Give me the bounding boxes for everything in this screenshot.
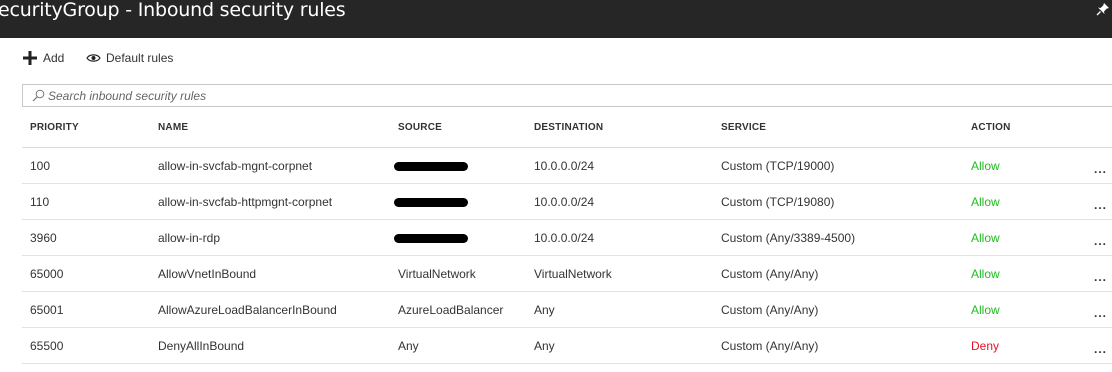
redacted-source bbox=[394, 198, 468, 207]
priority-cell: 65500 bbox=[30, 339, 64, 353]
priority-cell: 3960 bbox=[30, 231, 57, 245]
more-options-button[interactable]: ... bbox=[1094, 295, 1107, 331]
table-row[interactable]: 65500 DenyAllInBound Any Any Custom (Any… bbox=[22, 328, 1112, 364]
page-title: ecurityGroup - Inbound security rules bbox=[0, 0, 346, 21]
destination-cell: 10.0.0.0/24 bbox=[534, 159, 595, 173]
action-cell: Allow bbox=[971, 195, 1000, 209]
priority-cell: 65000 bbox=[30, 267, 64, 281]
table-row[interactable]: 110 allow-in-svcfab-httpmgnt-corpnet 10.… bbox=[22, 184, 1112, 220]
search-box bbox=[22, 84, 1112, 107]
plus-icon bbox=[23, 51, 37, 65]
action-cell: Allow bbox=[971, 303, 1000, 317]
name-cell: AllowAzureLoadBalancerInBound bbox=[158, 303, 337, 317]
table-row[interactable]: 65000 AllowVnetInBound VirtualNetwork Vi… bbox=[22, 256, 1112, 292]
name-cell: allow-in-svcfab-httpmgnt-corpnet bbox=[158, 195, 333, 209]
more-options-button[interactable]: ... bbox=[1094, 223, 1107, 259]
search-input[interactable] bbox=[48, 87, 648, 104]
action-cell: Deny bbox=[971, 339, 1000, 353]
default-rules-label: Default rules bbox=[106, 51, 174, 65]
default-rules-button[interactable]: Default rules bbox=[86, 48, 173, 68]
column-header-service[interactable]: SERVICE bbox=[721, 112, 766, 148]
security-rules-table: PRIORITY NAME SOURCE DESTINATION SERVICE… bbox=[22, 112, 1112, 364]
source-cell: VirtualNetwork bbox=[398, 267, 476, 281]
destination-cell: Any bbox=[534, 303, 555, 317]
action-cell: Allow bbox=[971, 231, 1000, 245]
service-cell: Custom (Any/Any) bbox=[721, 339, 819, 353]
service-cell: Custom (TCP/19080) bbox=[721, 195, 835, 209]
more-options-button[interactable]: ... bbox=[1094, 187, 1107, 223]
column-header-destination[interactable]: DESTINATION bbox=[534, 112, 603, 148]
column-header-priority[interactable]: PRIORITY bbox=[30, 112, 79, 148]
column-header-action[interactable]: ACTION bbox=[971, 112, 1011, 148]
pin-icon[interactable] bbox=[1096, 2, 1110, 16]
priority-cell: 110 bbox=[30, 195, 50, 209]
destination-cell: 10.0.0.0/24 bbox=[534, 231, 595, 245]
service-cell: Custom (Any/3389-4500) bbox=[721, 231, 856, 245]
more-options-button[interactable]: ... bbox=[1094, 151, 1107, 187]
destination-cell: Any bbox=[534, 339, 555, 353]
priority-cell: 65001 bbox=[30, 303, 64, 317]
table-row[interactable]: 100 allow-in-svcfab-mgnt-corpnet 10.0.0.… bbox=[22, 148, 1112, 184]
more-options-button[interactable]: ... bbox=[1094, 259, 1107, 295]
priority-cell: 100 bbox=[30, 159, 51, 173]
add-label: Add bbox=[43, 51, 65, 65]
table-row[interactable]: 3960 allow-in-rdp 10.0.0.0/24 Custom (An… bbox=[22, 220, 1112, 256]
service-cell: Custom (TCP/19000) bbox=[721, 159, 835, 173]
service-cell: Custom (Any/Any) bbox=[721, 303, 819, 317]
name-cell: allow-in-rdp bbox=[158, 231, 221, 245]
blade-header: ecurityGroup - Inbound security rules bbox=[0, 0, 1112, 38]
table-row[interactable]: 65001 AllowAzureLoadBalancerInBound Azur… bbox=[22, 292, 1112, 328]
service-cell: Custom (Any/Any) bbox=[721, 267, 819, 281]
destination-cell: VirtualNetwork bbox=[534, 267, 612, 281]
add-button[interactable]: Add bbox=[22, 48, 64, 68]
action-cell: Allow bbox=[971, 159, 1000, 173]
action-cell: Allow bbox=[971, 267, 1000, 281]
destination-cell: 10.0.0.0/24 bbox=[534, 195, 595, 209]
name-cell: AllowVnetInBound bbox=[158, 267, 257, 281]
more-options-button[interactable]: ... bbox=[1094, 331, 1107, 367]
name-cell: DenyAllInBound bbox=[158, 339, 245, 353]
column-header-source[interactable]: SOURCE bbox=[398, 112, 442, 148]
table-header: PRIORITY NAME SOURCE DESTINATION SERVICE… bbox=[22, 112, 1112, 148]
name-cell: allow-in-svcfab-mgnt-corpnet bbox=[158, 159, 313, 173]
column-header-name[interactable]: NAME bbox=[158, 112, 188, 148]
redacted-source bbox=[394, 162, 468, 171]
source-cell: AzureLoadBalancer bbox=[398, 303, 504, 317]
source-cell: Any bbox=[398, 339, 419, 353]
command-bar: Add Default rules bbox=[0, 38, 1112, 78]
redacted-source bbox=[394, 234, 468, 243]
search-icon bbox=[32, 89, 45, 102]
eye-icon bbox=[86, 54, 101, 62]
